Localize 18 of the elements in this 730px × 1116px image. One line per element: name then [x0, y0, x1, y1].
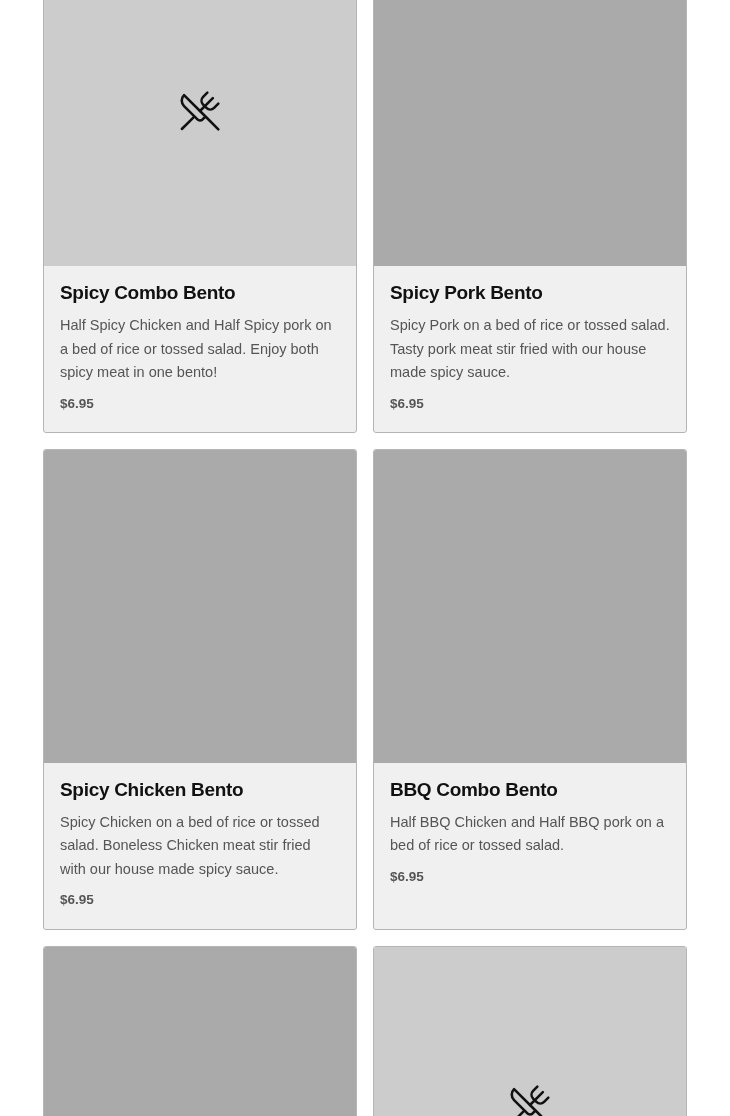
- price: $6.95: [390, 867, 425, 886]
- price: $6.95: [60, 394, 95, 413]
- menu-card[interactable]: Spicy Combo Bento Half Spicy Chicken and Half Spicy pork on a bed of rice or tossed salad. Enjoy both spicy meat in one bento! $6.95: [43, 0, 357, 433]
- menu-card[interactable]: Spicy Pork Bento Spicy Pork on a bed of rice or tossed salad. Tasty pork meat stir fried with our house made spicy sauce. $6.95: [373, 0, 687, 433]
- card-title: Spicy Pork Bento: [390, 281, 544, 305]
- fork-and-knife-icon: [178, 89, 222, 133]
- card-description: Half BBQ Chicken and Half BBQ pork on a bed of rice or tossed salad.: [390, 812, 666, 856]
- card-title: Spicy Chicken Bento: [60, 777, 245, 802]
- fork-and-knife-icon: [508, 1082, 552, 1116]
- price: $6.95: [60, 891, 95, 910]
- card-description: Half Spicy Chicken and Half Spicy pork on a bed of rice or tossed salad. Enjoy both spicy meat in one bento!: [60, 316, 333, 382]
- card-title: Spicy Combo Bento: [60, 281, 237, 305]
- menu-card[interactable]: BBQ Combo Bento Half BBQ Chicken and Half BBQ pork on a bed of rice or tossed salad. $6.95: [373, 448, 687, 930]
- card-description: Spicy Pork on a bed of rice or tossed salad. Tasty pork meat stir fried with our house made spicy sauce.: [390, 316, 670, 382]
- card-title: BBQ Combo Bento: [390, 777, 559, 802]
- menu-card[interactable]: Spicy Chicken Bento Spicy Chicken on a bed of rice or tossed salad. Boneless Chicken meat stir fried with our house made spicy sauce. $6.95: [43, 448, 357, 930]
- price: $6.95: [390, 394, 425, 413]
- card-description: Spicy Chicken on a bed of rice or tossed salad. Boneless Chicken meat stir fried with our house made spicy sauce.: [60, 812, 321, 879]
